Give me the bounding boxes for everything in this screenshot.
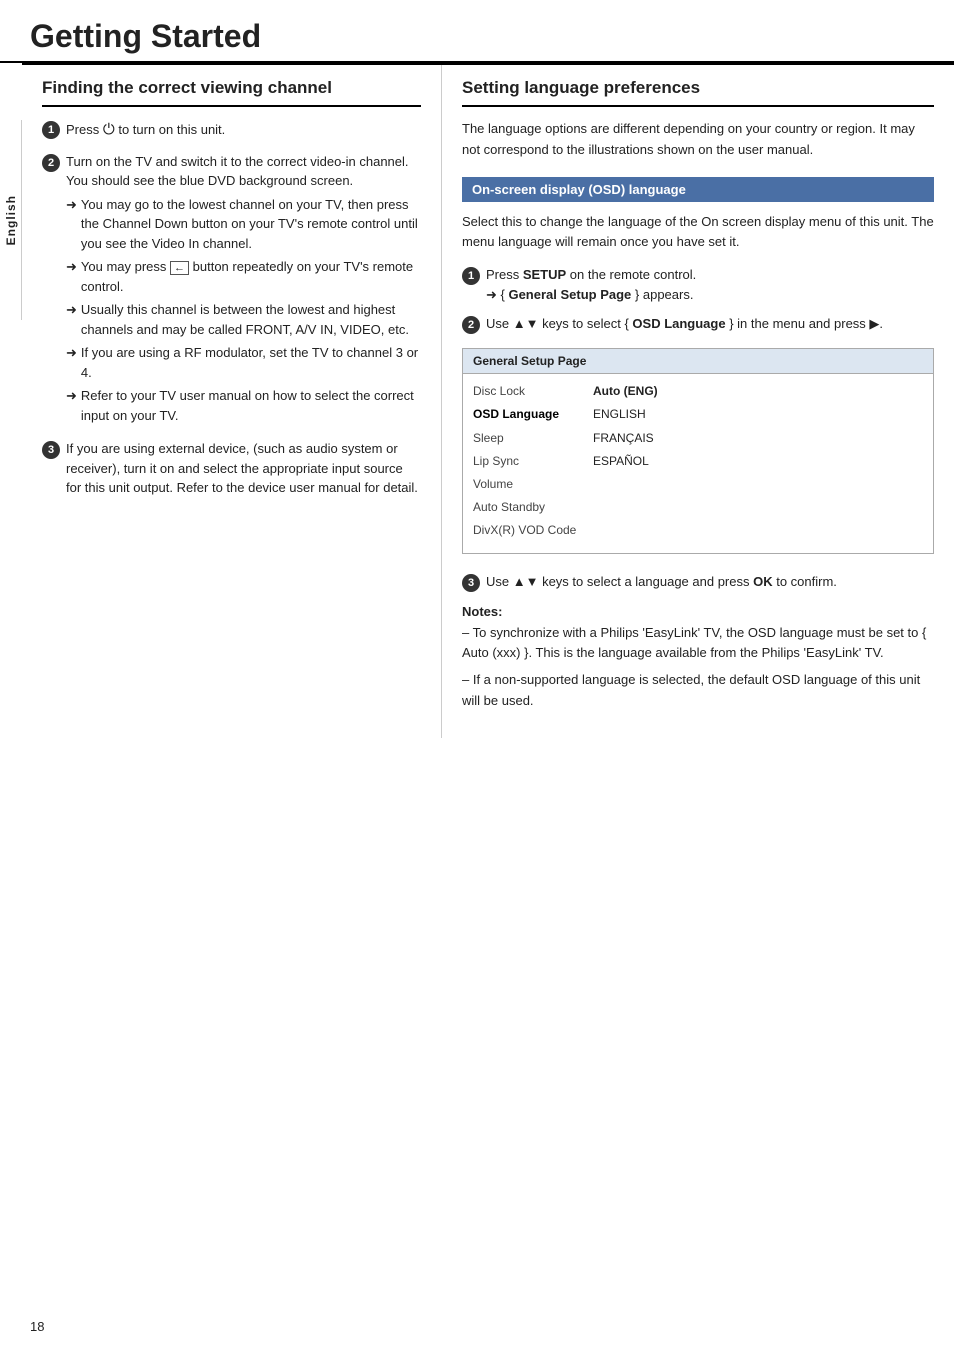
arrow-text-2: You may press ← button repeatedly on you… [81, 257, 421, 296]
sidebar-english-label: English [0, 120, 22, 320]
right-step-1-content: Press SETUP on the remote control. ➜ { G… [486, 265, 934, 304]
right-step-3: 3 Use ▲▼ keys to select a language and p… [462, 572, 934, 592]
arrow-icon-5: ➜ [66, 386, 77, 406]
step-3: 3 If you are using external device, (suc… [42, 439, 421, 498]
step-2-content: Turn on the TV and switch it to the corr… [66, 152, 421, 430]
note-item-1: – To synchronize with a Philips 'EasyLin… [462, 623, 934, 665]
right-step-2-number: 2 [462, 316, 480, 334]
right-step-1-number: 1 [462, 267, 480, 285]
setup-row-auto-standby: Auto Standby [473, 496, 593, 519]
arrow-item-2: ➜ You may press ← button repeatedly on y… [66, 257, 421, 296]
left-section-title: Finding the correct viewing channel [42, 77, 421, 99]
arrow-icon-4: ➜ [66, 343, 77, 363]
step-3-number: 3 [42, 441, 60, 459]
right-step-3-content: Use ▲▼ keys to select a language and pre… [486, 572, 934, 592]
setup-right-francais: FRANÇAIS [593, 427, 923, 450]
step-1: 1 Press ⏻ to turn on this unit. [42, 119, 421, 142]
arrow-icon-2: ➜ [66, 257, 77, 277]
note-item-2: – If a non-supported language is selecte… [462, 670, 934, 712]
setup-row-volume: Volume [473, 473, 593, 496]
step-1-number: 1 [42, 121, 60, 139]
arrow-item-1: ➜ You may go to the lowest channel on yo… [66, 195, 421, 254]
setup-col-left: Disc Lock OSD Language Sleep Lip Sync Vo… [473, 380, 593, 542]
arrow-icon-3: ➜ [66, 300, 77, 320]
right-intro: The language options are different depen… [462, 119, 934, 161]
step-2: 2 Turn on the TV and switch it to the co… [42, 152, 421, 430]
setup-table-body: Disc Lock OSD Language Sleep Lip Sync Vo… [463, 374, 933, 552]
setup-row-disc-lock: Disc Lock [473, 380, 593, 403]
sidebar-text: English [4, 195, 18, 245]
arrow-item-4: ➜ If you are using a RF modulator, set t… [66, 343, 421, 382]
setup-row-divx: DivX(R) VOD Code [473, 519, 593, 542]
page-number: 18 [30, 1319, 44, 1334]
right-step-1: 1 Press SETUP on the remote control. ➜ {… [462, 265, 934, 304]
osd-box: On-screen display (OSD) language [462, 177, 934, 202]
setup-right-espanol: ESPAÑOL [593, 450, 923, 473]
arrow-text-3: Usually this channel is between the lowe… [81, 300, 421, 339]
setup-table-header: General Setup Page [463, 349, 933, 374]
right-step-2-content: Use ▲▼ keys to select { OSD Language } i… [486, 314, 934, 334]
osd-description: Select this to change the language of th… [462, 212, 934, 254]
right-step-2: 2 Use ▲▼ keys to select { OSD Language }… [462, 314, 934, 334]
setup-table: General Setup Page Disc Lock OSD Languag… [462, 348, 934, 553]
notes-title: Notes: [462, 604, 934, 619]
setup-row-osd-language: OSD Language [473, 403, 593, 426]
arrow-text-5: Refer to your TV user manual on how to s… [81, 386, 421, 425]
setup-row-lip-sync: Lip Sync [473, 450, 593, 473]
arrow-text-1: You may go to the lowest channel on your… [81, 195, 421, 254]
setup-col-right: Auto (ENG) ENGLISH FRANÇAIS ESPAÑOL [593, 380, 923, 542]
setup-right-english: ENGLISH [593, 403, 923, 426]
arrow-item-3: ➜ Usually this channel is between the lo… [66, 300, 421, 339]
page-title: Getting Started [0, 0, 954, 63]
right-column: Setting language preferences The languag… [442, 65, 954, 738]
step-3-content: If you are using external device, (such … [66, 439, 421, 498]
notes-section: Notes: – To synchronize with a Philips '… [462, 604, 934, 712]
step-2-number: 2 [42, 154, 60, 172]
step-1-content: Press ⏻ to turn on this unit. [66, 119, 421, 142]
right-step-3-number: 3 [462, 574, 480, 592]
arrow-icon-1: ➜ [66, 195, 77, 215]
left-column: Finding the correct viewing channel 1 Pr… [22, 65, 442, 738]
setup-right-auto-eng: Auto (ENG) [593, 380, 923, 403]
right-section-title: Setting language preferences [462, 77, 934, 99]
arrow-item-5: ➜ Refer to your TV user manual on how to… [66, 386, 421, 425]
arrow-text-4: If you are using a RF modulator, set the… [81, 343, 421, 382]
setup-row-sleep: Sleep [473, 427, 593, 450]
